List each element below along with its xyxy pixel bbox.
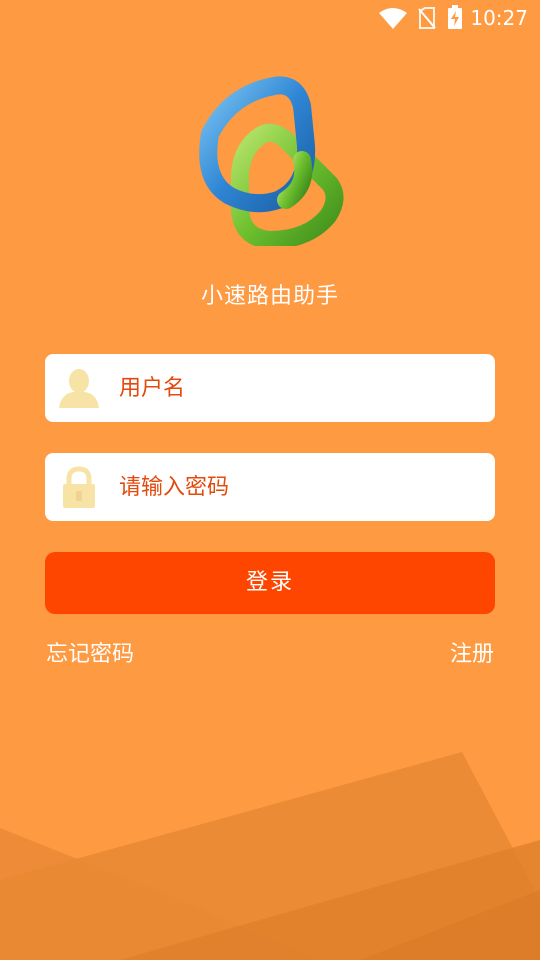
login-button[interactable]: 登录: [45, 552, 495, 614]
battery-charging-icon: [448, 5, 462, 29]
lock-icon: [63, 466, 95, 508]
username-input[interactable]: [119, 354, 479, 422]
password-input[interactable]: [119, 453, 479, 521]
status-time: 10:27: [470, 6, 528, 30]
forgot-password-link[interactable]: 忘记密码: [46, 636, 134, 668]
user-icon: [59, 369, 99, 408]
app-name: 小速路由助手: [200, 284, 339, 309]
wifi-icon: [379, 8, 407, 29]
app-logo: [199, 76, 344, 246]
register-link[interactable]: 注册: [450, 636, 494, 668]
username-field[interactable]: [45, 354, 495, 422]
password-field[interactable]: [45, 453, 495, 521]
status-bar: 10:27: [0, 0, 540, 36]
no-sim-icon: [418, 7, 436, 29]
